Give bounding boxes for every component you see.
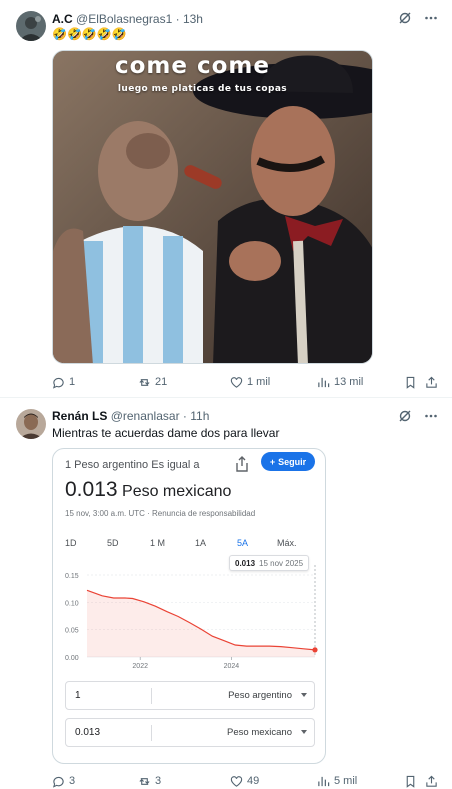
range-tab[interactable]: 1D <box>65 538 77 548</box>
card-title: 1 Peso argentino Es igual a <box>65 459 200 471</box>
tweet-actions: 3 3 49 5 mil <box>52 773 438 789</box>
repost-button[interactable]: 21 <box>138 374 167 390</box>
view-count: 13 mil <box>334 376 364 388</box>
tweet-text: Mientras te acuerdas dame dos para lleva… <box>52 426 280 440</box>
y-tick-label: 0.15 <box>65 573 79 580</box>
currency-card[interactable]: 1 Peso argentino Es igual a + Seguir 0.0… <box>52 448 326 764</box>
tweet-1[interactable]: A.C @ElBolasnegras1 · 13h 🤣🤣🤣🤣🤣 come com… <box>0 0 452 398</box>
meme-photo <box>53 51 372 363</box>
reply-icon <box>52 377 64 389</box>
timestamp[interactable]: 13h <box>183 12 203 26</box>
repost-icon <box>139 777 150 785</box>
x-tick-label: 2022 <box>132 663 148 670</box>
tweet-header: Renán LS @renanlasar · 11h <box>52 409 210 423</box>
from-amount-input[interactable]: 1 <box>75 690 81 701</box>
avatar[interactable] <box>16 11 46 41</box>
rate-date: 15 nov, 3:00 a.m. UTC · Renuncia de resp… <box>65 509 256 518</box>
y-tick-label: 0.10 <box>65 600 79 607</box>
exchange-rate-chart[interactable]: 0.15 0.10 0.05 0.00 2022 2024 <box>53 565 326 675</box>
more-options-icon[interactable] <box>424 409 438 423</box>
rate-currency: Peso mexicano <box>122 483 232 500</box>
reply-count: 1 <box>69 376 76 388</box>
reply-button[interactable]: 1 <box>52 374 75 390</box>
like-count: 1 mil <box>247 376 271 388</box>
from-currency-row[interactable]: 1 Peso argentino <box>65 681 315 710</box>
views-button[interactable]: 13 mil <box>317 374 363 390</box>
meme-overlay-title: come come <box>114 53 270 79</box>
grok-icon[interactable] <box>398 409 412 423</box>
range-tab[interactable]: Máx. <box>277 538 297 548</box>
plus-icon: + <box>269 456 276 467</box>
to-currency-select[interactable]: Peso mexicano <box>227 727 292 738</box>
data-point <box>312 647 318 653</box>
range-tab[interactable]: 1A <box>195 538 206 548</box>
heart-icon <box>230 376 243 388</box>
more-options-icon[interactable] <box>424 11 438 25</box>
bookmark-button[interactable] <box>404 773 417 789</box>
avatar[interactable] <box>16 409 46 439</box>
share-icon <box>426 376 437 388</box>
like-button[interactable]: 1 mil <box>230 374 270 390</box>
author-handle[interactable]: @ElBolasnegras1 <box>76 12 172 26</box>
grok-icon[interactable] <box>398 11 412 25</box>
repost-count: 21 <box>155 376 168 388</box>
y-tick-label: 0.00 <box>65 655 79 662</box>
follow-button[interactable]: + Seguir <box>261 452 315 471</box>
share-button[interactable] <box>425 374 438 390</box>
meme-overlay-subtitle: luego me platicas de tus copas <box>117 84 288 94</box>
bookmark-button[interactable] <box>404 374 417 390</box>
share-button[interactable] <box>425 773 438 789</box>
reply-icon <box>52 776 64 788</box>
repost-button[interactable]: 3 <box>138 773 161 789</box>
repost-count: 3 <box>155 775 162 787</box>
share-icon[interactable] <box>234 455 250 473</box>
bookmark-icon <box>406 775 415 788</box>
to-amount-input[interactable]: 0.013 <box>75 727 100 738</box>
author-name[interactable]: A.C <box>52 12 73 26</box>
range-tab-active[interactable]: 5A <box>237 538 248 548</box>
x-tick-label: 2024 <box>224 663 240 670</box>
views-icon <box>318 776 330 786</box>
range-tab[interactable]: 5D <box>107 538 119 548</box>
chevron-down-icon[interactable] <box>301 693 307 697</box>
follow-label: Seguir <box>278 456 307 467</box>
author-name[interactable]: Renán LS <box>52 409 107 423</box>
to-currency-row[interactable]: 0.013 Peso mexicano <box>65 718 315 747</box>
rate-value: 0.013 <box>65 478 118 501</box>
like-count: 49 <box>247 775 260 787</box>
view-count: 5 mil <box>334 775 358 787</box>
heart-icon <box>230 775 243 787</box>
exchange-rate: 0.013 Peso mexicano <box>65 478 231 502</box>
bookmark-icon <box>406 376 415 389</box>
y-tick-label: 0.05 <box>65 628 79 635</box>
repost-icon <box>139 378 150 386</box>
reply-count: 3 <box>69 775 76 787</box>
tweet-header: A.C @ElBolasnegras1 · 13h <box>52 12 203 26</box>
views-button[interactable]: 5 mil <box>317 773 357 789</box>
author-handle[interactable]: @renanlasar <box>111 409 180 423</box>
tweet-text: 🤣🤣🤣🤣🤣 <box>52 27 127 41</box>
range-tab[interactable]: 1 M <box>150 538 165 548</box>
chevron-down-icon[interactable] <box>301 730 307 734</box>
reply-button[interactable]: 3 <box>52 773 75 789</box>
share-icon <box>426 775 437 787</box>
timestamp[interactable]: 11h <box>190 409 209 423</box>
views-icon <box>318 377 330 387</box>
tweet-actions: 1 21 1 mil 13 mil <box>52 374 438 390</box>
from-currency-select[interactable]: Peso argentino <box>228 690 292 701</box>
like-button[interactable]: 49 <box>230 773 259 789</box>
tweet-2[interactable]: Renán LS @renanlasar · 11h Mientras te a… <box>0 399 452 789</box>
tweet-image[interactable]: come come luego me platicas de tus copas <box>52 50 373 364</box>
